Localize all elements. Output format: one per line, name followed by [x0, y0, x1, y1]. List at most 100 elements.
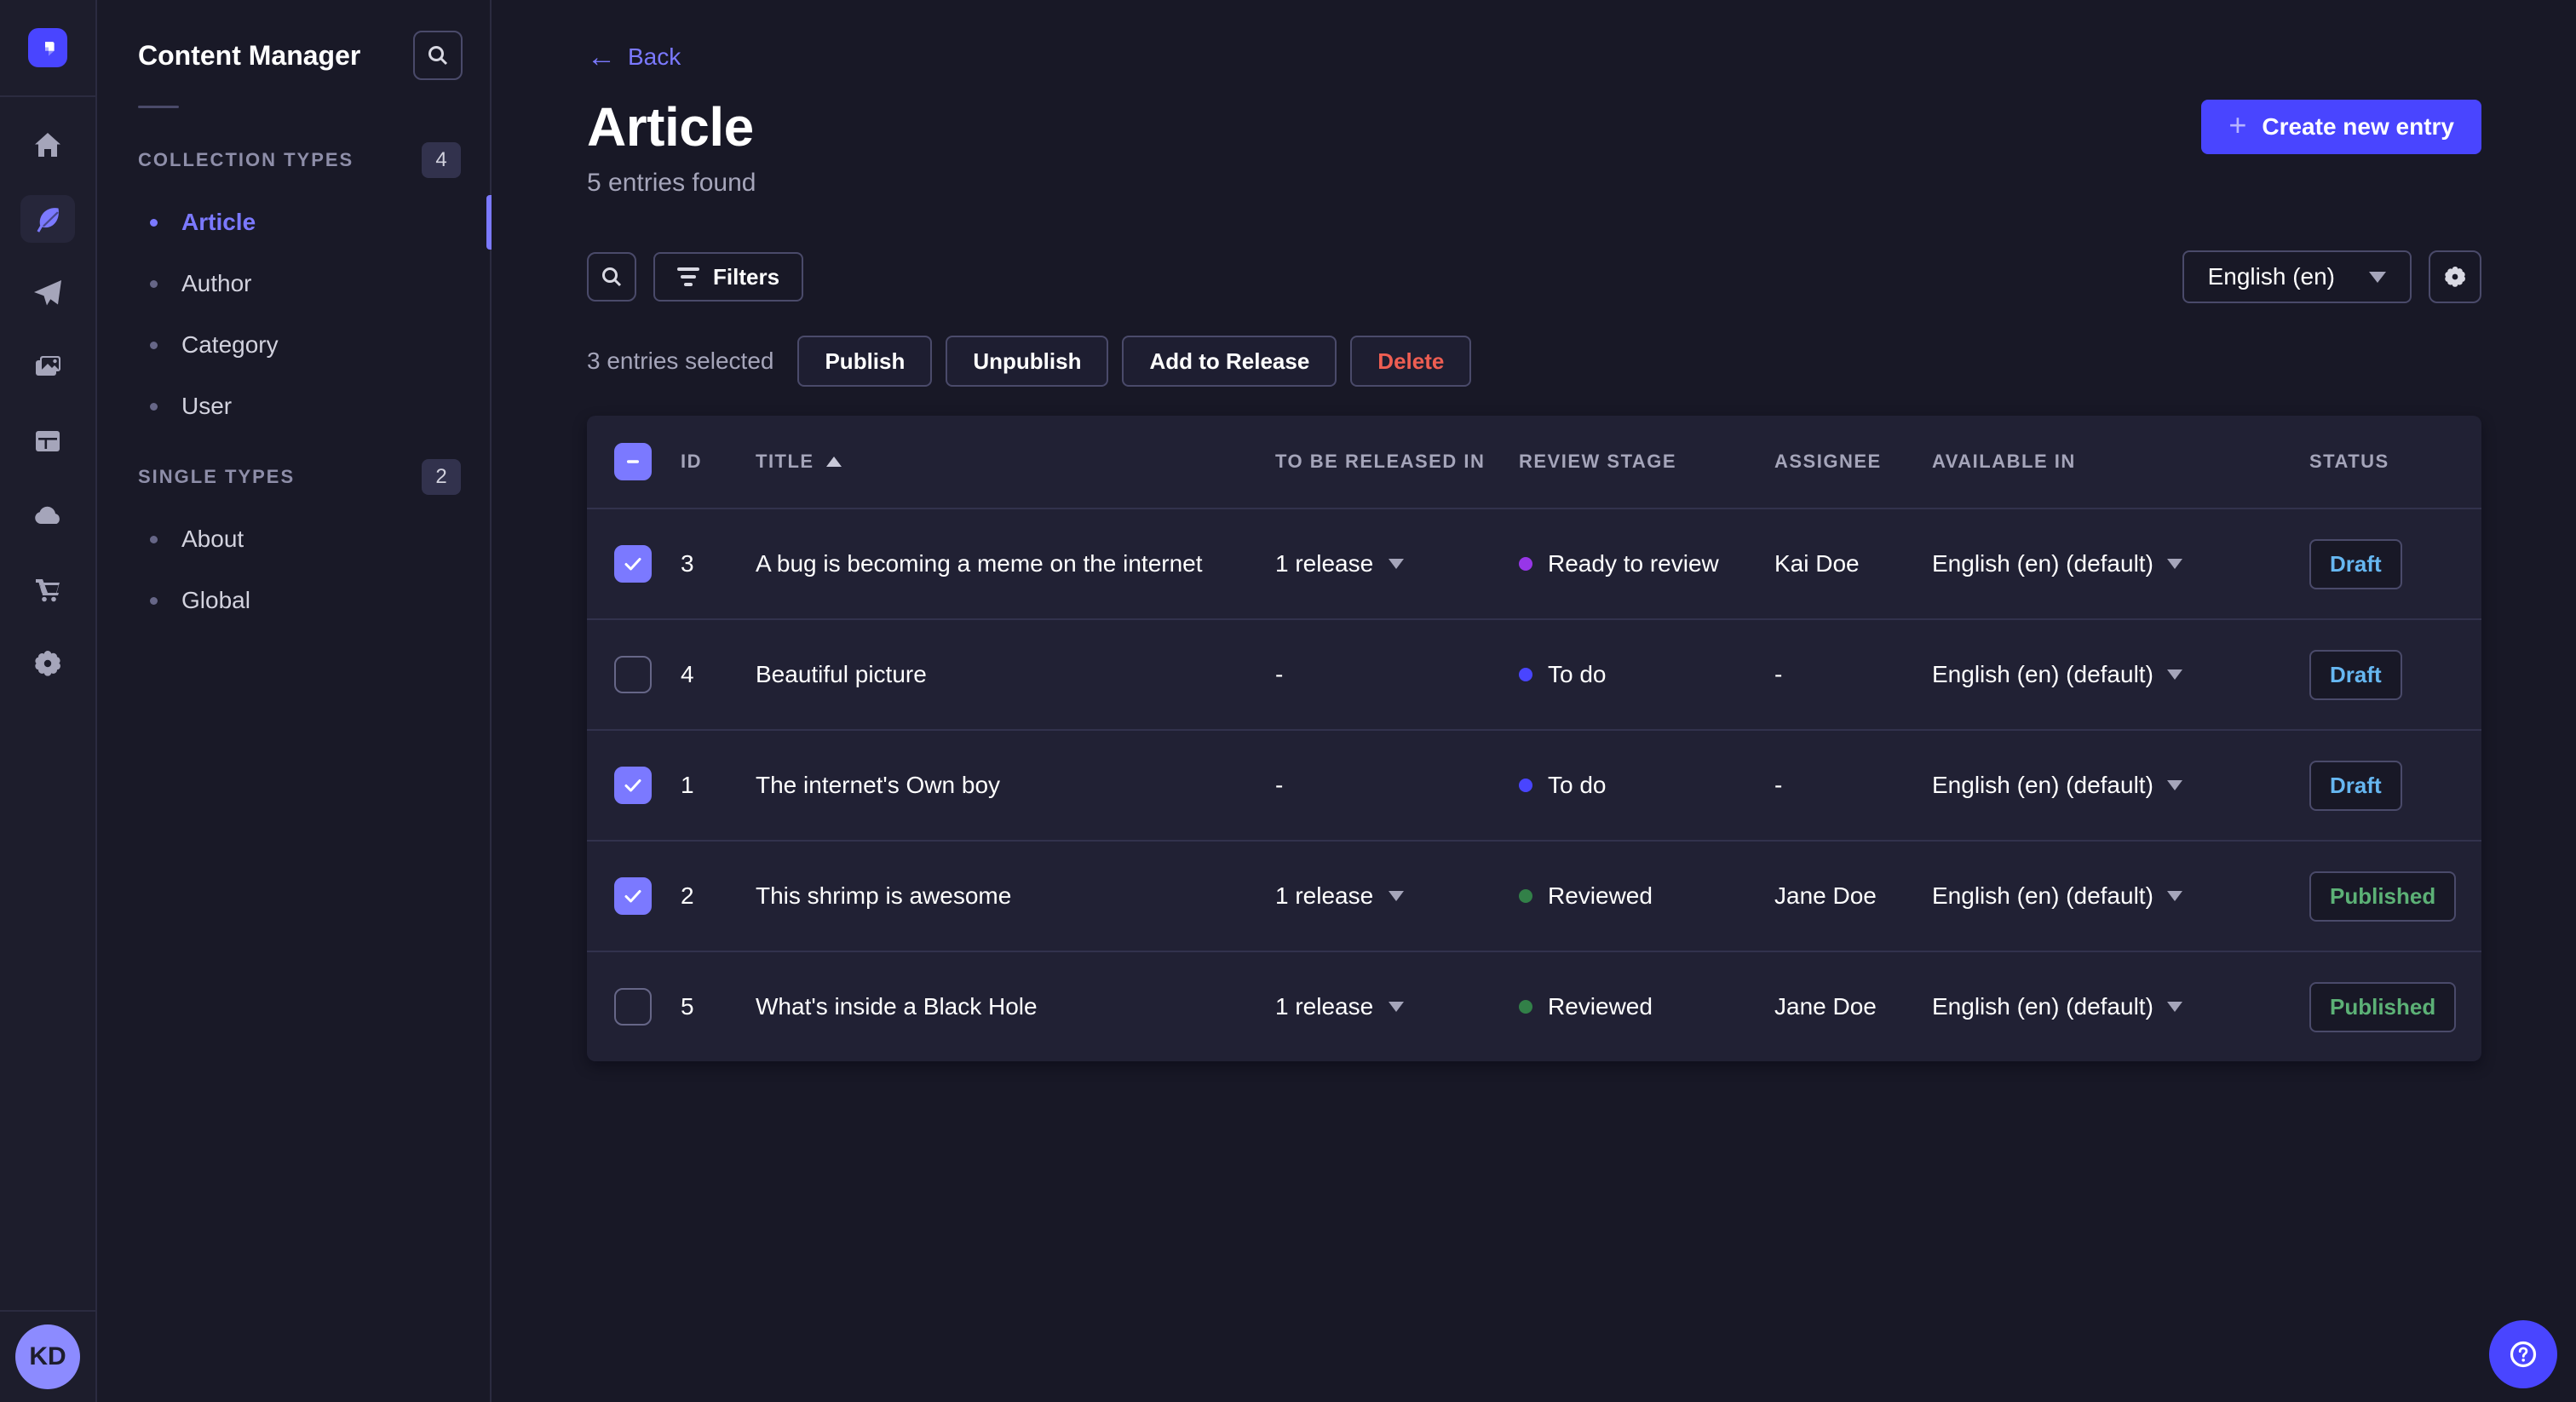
page-title: Article	[587, 96, 754, 158]
cell-title: This shrimp is awesome	[756, 882, 1012, 909]
sidebar-item-content-type-builder[interactable]	[20, 417, 75, 465]
cell-status: Draft	[2309, 649, 2454, 700]
item-label: Global	[181, 587, 250, 613]
section-label: COLLECTION TYPES	[138, 149, 354, 170]
cell-release[interactable]: 1 release	[1275, 882, 1519, 910]
row-checkbox[interactable]	[614, 988, 652, 1026]
row-checkbox[interactable]	[614, 656, 652, 693]
column-header-status[interactable]: STATUS	[2309, 451, 2454, 473]
sidebar-item-author[interactable]: Author	[97, 253, 490, 314]
cell-title: What's inside a Black Hole	[756, 993, 1038, 1020]
column-header-title[interactable]: TITLE	[756, 451, 1275, 473]
cell-available-in[interactable]: English (en) (default)	[1932, 882, 2309, 910]
filter-icon	[677, 267, 699, 286]
filters-button[interactable]: Filters	[653, 252, 804, 302]
table-row[interactable]: 2 This shrimp is awesome 1 release Revie…	[587, 840, 2481, 951]
cell-available-in[interactable]: English (en) (default)	[1932, 772, 2309, 799]
stage-dot-icon	[1519, 779, 1532, 792]
strapi-logo[interactable]	[28, 28, 67, 67]
row-checkbox[interactable]	[614, 545, 652, 583]
section-count-badge: 4	[422, 142, 461, 178]
stage-dot-icon	[1519, 557, 1532, 571]
paper-plane-icon	[34, 280, 61, 306]
column-header-assignee[interactable]: ASSIGNEE	[1774, 451, 1932, 473]
status-badge: Draft	[2309, 538, 2402, 589]
status-badge: Draft	[2309, 649, 2402, 700]
cell-status: Published	[2309, 871, 2457, 922]
selection-count-text: 3 entries selected	[587, 348, 774, 374]
sidebar-item-global[interactable]: Global	[97, 570, 490, 631]
search-icon	[602, 267, 622, 287]
sidebar-item-settings[interactable]	[20, 640, 75, 687]
cell-release[interactable]: 1 release	[1275, 550, 1519, 577]
cell-available-in[interactable]: English (en) (default)	[1932, 993, 2309, 1020]
column-header-review-stage[interactable]: REVIEW STAGE	[1519, 451, 1774, 473]
main-nav-list	[20, 97, 75, 687]
sidebar-item-content-manager[interactable]	[20, 195, 75, 243]
view-settings-button[interactable]	[2429, 250, 2481, 303]
user-avatar[interactable]: KD	[15, 1324, 80, 1389]
locale-selected-value: English (en)	[2207, 263, 2335, 290]
row-checkbox[interactable]	[614, 877, 652, 915]
delete-button[interactable]: Delete	[1350, 336, 1472, 387]
table-row[interactable]: 1 The internet's Own boy - To do - Engli…	[587, 729, 2481, 840]
sort-asc-icon	[825, 457, 842, 467]
bullet-icon	[150, 218, 158, 227]
table-row[interactable]: 5 What's inside a Black Hole 1 release R…	[587, 951, 2481, 1061]
subnav-divider	[138, 106, 179, 108]
sidebar-item-media-library[interactable]	[20, 343, 75, 391]
sidebar-item-home[interactable]	[20, 121, 75, 169]
locale-select[interactable]: English (en)	[2182, 250, 2412, 303]
workspace-header	[0, 0, 95, 97]
cell-available-in[interactable]: English (en) (default)	[1932, 550, 2309, 577]
column-header-id[interactable]: ID	[681, 451, 756, 473]
cell-id: 5	[681, 993, 694, 1020]
subnav-search-button[interactable]	[413, 31, 463, 80]
stage-dot-icon	[1519, 1000, 1532, 1014]
sidebar-item-releases[interactable]	[20, 269, 75, 317]
create-new-entry-button[interactable]: + Create new entry	[2201, 100, 2481, 154]
cell-assignee: Kai Doe	[1774, 550, 1860, 577]
sidebar-item-user[interactable]: User	[97, 376, 490, 437]
row-checkbox[interactable]	[614, 767, 652, 804]
table-row[interactable]: 3 A bug is becoming a meme on the intern…	[587, 508, 2481, 618]
cell-release[interactable]: -	[1275, 772, 1519, 799]
cell-review-stage: To do	[1519, 661, 1774, 688]
cell-id: 3	[681, 550, 694, 577]
column-header-available-in[interactable]: AVAILABLE IN	[1932, 451, 2309, 473]
table-header-row: ID TITLE TO BE RELEASED IN REVIEW STAGE …	[587, 416, 2481, 508]
publish-button[interactable]: Publish	[797, 336, 933, 387]
section-single-types: SINGLE TYPES 2 About Global	[97, 459, 490, 631]
stage-dot-icon	[1519, 889, 1532, 903]
cell-release[interactable]: 1 release	[1275, 993, 1519, 1020]
shopping-cart-icon	[36, 579, 60, 602]
add-to-release-button[interactable]: Add to Release	[1122, 336, 1337, 387]
cell-available-in[interactable]: English (en) (default)	[1932, 661, 2309, 688]
main-content: ← Back Article + Create new entry 5 entr…	[492, 0, 2576, 1061]
search-button[interactable]	[587, 252, 636, 302]
unpublish-button[interactable]: Unpublish	[946, 336, 1109, 387]
sidebar-item-marketplace[interactable]	[20, 566, 75, 613]
cell-title: Beautiful picture	[756, 661, 927, 687]
sidebar-item-category[interactable]: Category	[97, 314, 490, 376]
column-header-release[interactable]: TO BE RELEASED IN	[1275, 451, 1519, 473]
sidebar-item-article[interactable]: Article	[97, 192, 490, 253]
chevron-down-icon	[2166, 559, 2182, 569]
status-badge: Published	[2309, 981, 2457, 1032]
back-label: Back	[628, 43, 681, 70]
cell-release[interactable]: -	[1275, 661, 1519, 688]
select-all-checkbox[interactable]	[614, 443, 652, 480]
sidebar-item-about[interactable]: About	[97, 509, 490, 570]
home-icon	[35, 133, 60, 157]
table-row[interactable]: 4 Beautiful picture - To do - English (e…	[587, 618, 2481, 729]
cell-review-stage: Reviewed	[1519, 993, 1774, 1020]
back-link[interactable]: ← Back	[587, 43, 681, 72]
help-button[interactable]	[2489, 1320, 2557, 1388]
sidebar-item-cloud[interactable]	[20, 491, 75, 539]
item-label: Author	[181, 270, 252, 296]
item-label: About	[181, 526, 244, 552]
section-label: SINGLE TYPES	[138, 466, 296, 487]
indeterminate-icon	[627, 460, 639, 463]
bullet-icon	[150, 279, 158, 288]
cell-id: 1	[681, 772, 694, 798]
